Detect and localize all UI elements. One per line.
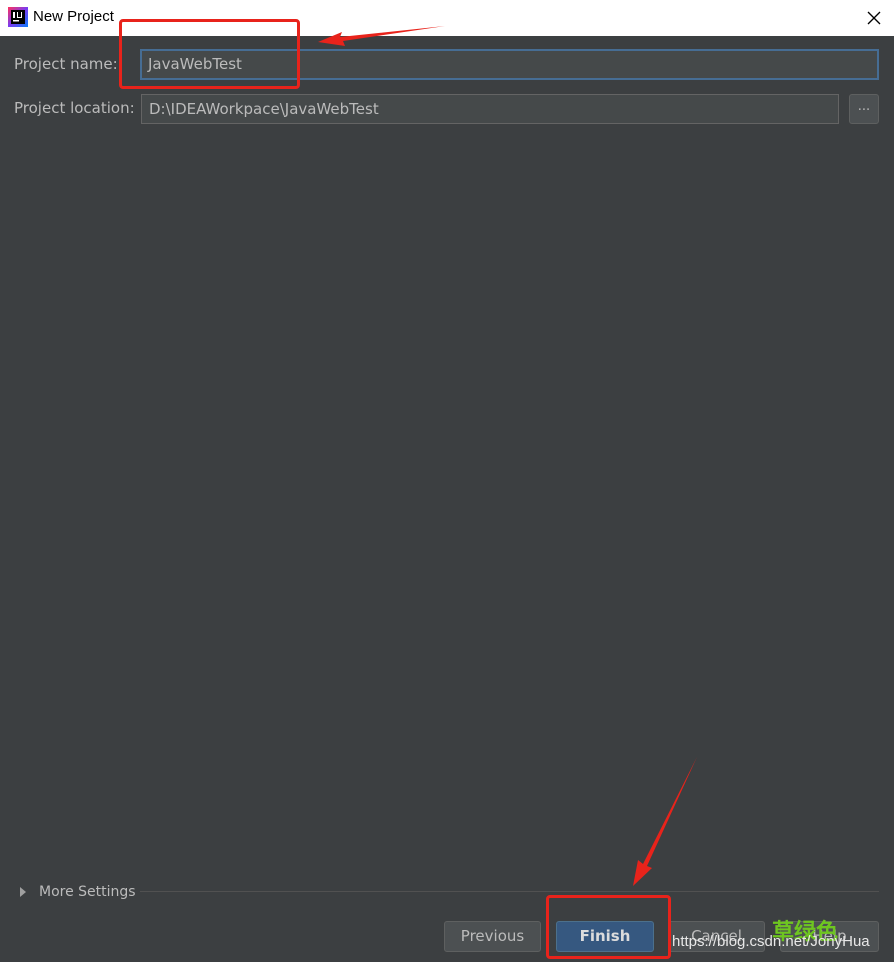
annotation-arrows	[318, 26, 697, 886]
arrow-to-finish	[633, 757, 697, 886]
arrow-to-project-name	[318, 26, 445, 46]
watermark-url: https://blog.csdn.net/JonyHua	[672, 933, 870, 950]
